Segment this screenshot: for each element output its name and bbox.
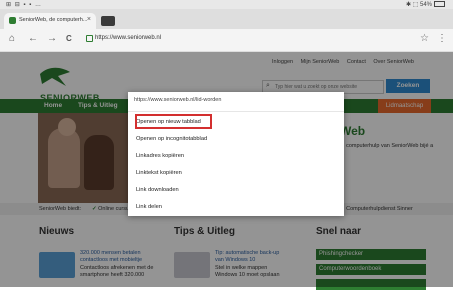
tab-title: SeniorWeb, de computerh... <box>19 17 88 23</box>
lock-icon <box>86 35 93 42</box>
browser-tab[interactable]: SeniorWeb, de computerh... × <box>4 13 96 29</box>
tab-strip: SeniorWeb, de computerh... × <box>0 9 453 29</box>
highlight-box <box>135 114 212 129</box>
context-menu-url: https://www.seniorweb.nl/lid-worden <box>134 97 222 103</box>
battery-icon <box>434 1 445 8</box>
menu-share-link[interactable]: Link delen <box>136 204 162 210</box>
reload-icon[interactable]: C <box>66 34 72 44</box>
menu-download-link[interactable]: Link downloaden <box>136 187 179 193</box>
menu-open-incognito[interactable]: Openen op incognitotabblad <box>136 136 207 142</box>
status-icons-right: ✱ ⬚ 54% <box>406 1 445 8</box>
home-icon[interactable]: ⌂ <box>9 34 15 44</box>
status-bar: ⊞ ⊟ ▪ ▪ … ✱ ⬚ 54% <box>0 0 453 9</box>
bookmark-star-icon[interactable]: ☆ <box>420 33 429 44</box>
menu-open-new-tab[interactable]: Openen op nieuw tabblad <box>135 114 212 129</box>
menu-copy-link-address[interactable]: Linkadres kopiëren <box>136 153 184 159</box>
status-icons-left: ⊞ ⊟ ▪ ▪ … <box>6 2 42 8</box>
menu-copy-link-text[interactable]: Linktekst kopiëren <box>136 170 182 176</box>
address-url[interactable]: https://www.seniorweb.nl <box>95 35 161 41</box>
close-tab-icon[interactable]: × <box>87 16 91 23</box>
browser-toolbar: ⌂ ← → C https://www.seniorweb.nl ☆ ⋮ <box>0 29 453 52</box>
favicon-icon <box>9 17 16 24</box>
browser-menu-icon[interactable]: ⋮ <box>437 33 447 44</box>
forward-icon[interactable]: → <box>47 34 57 44</box>
back-icon[interactable]: ← <box>28 34 38 44</box>
new-tab-button[interactable] <box>101 16 115 26</box>
divider <box>128 111 344 112</box>
context-menu: https://www.seniorweb.nl/lid-worden Open… <box>128 92 344 216</box>
address-bar[interactable]: https://www.seniorweb.nl <box>86 33 424 47</box>
